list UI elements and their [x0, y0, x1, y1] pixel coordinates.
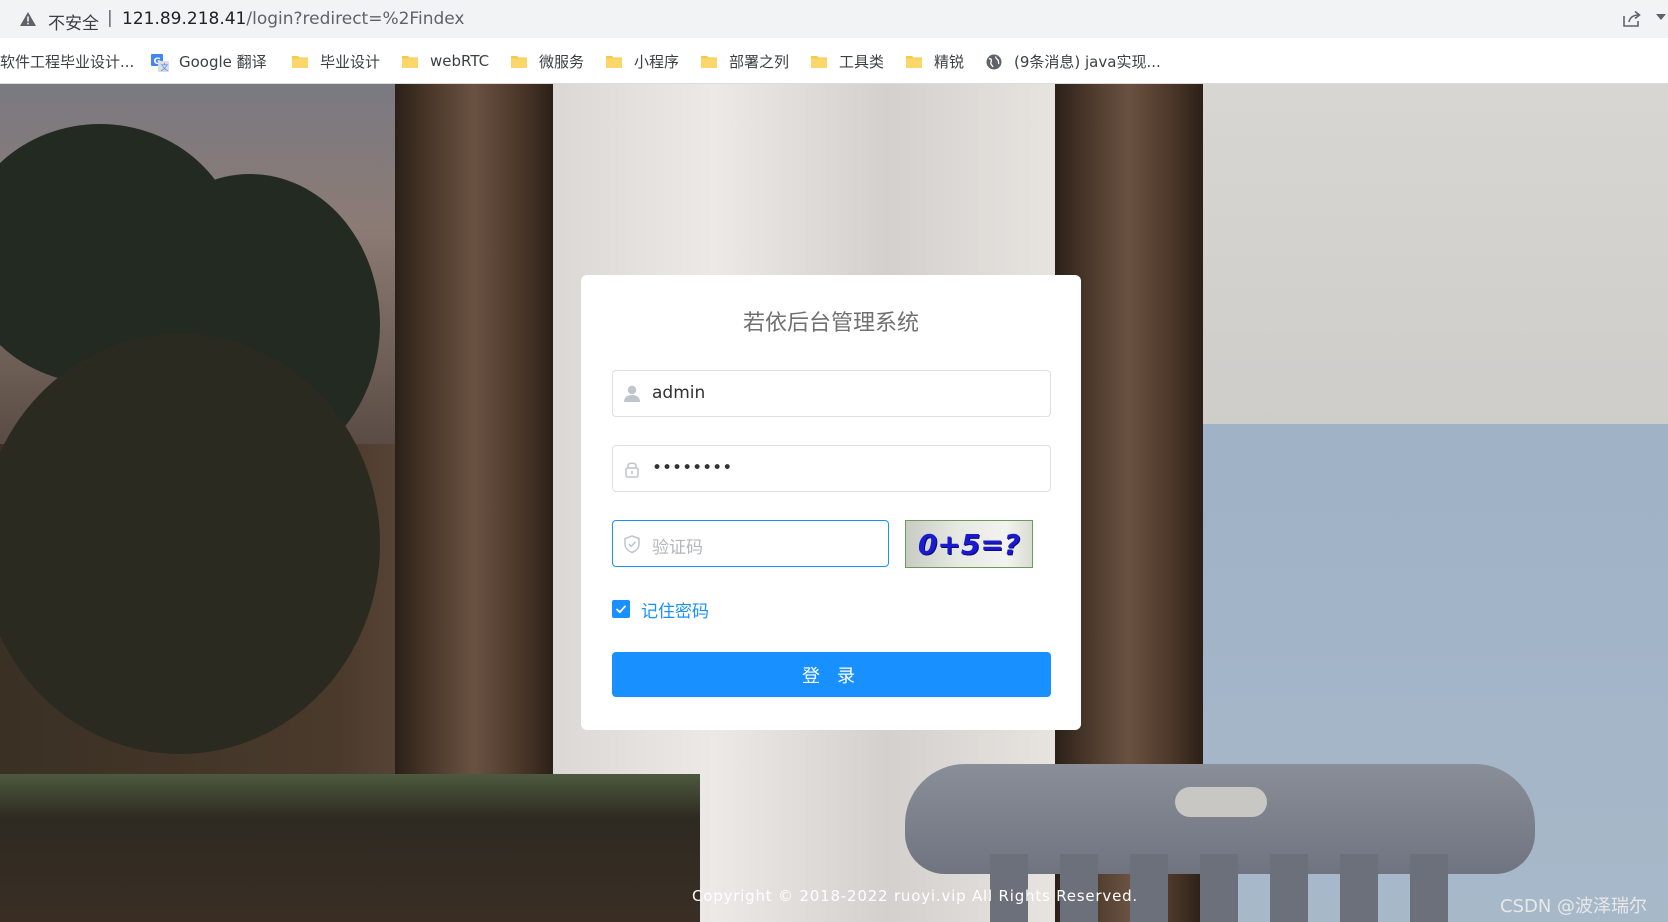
- login-button[interactable]: 登 录: [612, 652, 1051, 697]
- url-field[interactable]: 121.89.218.41/login?redirect=%2Findex: [122, 9, 464, 29]
- bookmark-item[interactable]: webRTC: [402, 50, 489, 72]
- background-wall: [1200, 84, 1668, 424]
- menu-caret-icon[interactable]: [1656, 14, 1666, 22]
- bookmark-item[interactable]: 工具类: [811, 50, 884, 72]
- bookmark-label: 软件工程毕业设计...: [0, 52, 135, 71]
- bookmark-item[interactable]: 小程序: [606, 50, 679, 72]
- bookmark-label: (9条消息) java实现...: [1014, 52, 1161, 71]
- bookmark-item[interactable]: 软件工程毕业设计...: [0, 50, 134, 72]
- login-card: 若依后台管理系统 admin •••••••• 验证码 0+5=? 记住密码 登…: [581, 275, 1081, 730]
- folder-icon: [906, 54, 922, 68]
- background-tree: [0, 334, 380, 754]
- url-path: /login?redirect=%2Findex: [246, 9, 465, 29]
- folder-icon: [606, 54, 622, 68]
- address-separator: |: [107, 8, 113, 28]
- bookmark-item[interactable]: 毕业设计: [292, 50, 380, 72]
- bookmarks-bar: 软件工程毕业设计... G文 Google 翻译 毕业设计 webRTC 微服务…: [0, 38, 1668, 84]
- google-translate-icon: G文: [151, 54, 169, 72]
- user-icon: [624, 385, 640, 402]
- bookmark-item[interactable]: G文 Google 翻译: [151, 50, 267, 72]
- checkbox-checked-icon[interactable]: [612, 600, 630, 618]
- csdn-watermark: CSDN @波泽瑞尔: [1500, 896, 1648, 917]
- shield-icon: [624, 535, 640, 554]
- background-bench-hole: [1175, 787, 1267, 817]
- bookmark-label: 小程序: [634, 52, 680, 71]
- globe-icon: [986, 54, 1002, 70]
- remember-password-label[interactable]: 记住密码: [641, 597, 709, 622]
- security-label[interactable]: 不安全: [48, 9, 99, 34]
- remember-password-checkbox[interactable]: 记住密码: [612, 597, 709, 622]
- warning-icon[interactable]: [20, 12, 36, 26]
- folder-icon: [811, 54, 827, 68]
- bookmark-label: 精锐: [934, 52, 965, 71]
- captcha-image-text: 0+5=?: [917, 527, 1021, 561]
- captcha-input[interactable]: 验证码: [612, 520, 889, 567]
- svg-text:文: 文: [161, 62, 169, 72]
- bookmark-label: 毕业设计: [320, 52, 381, 71]
- bookmark-label: webRTC: [430, 52, 490, 70]
- captcha-image[interactable]: 0+5=?: [905, 520, 1033, 568]
- bookmark-label: 部署之列: [729, 52, 790, 71]
- username-field[interactable]: admin: [612, 370, 1051, 417]
- folder-icon: [511, 54, 527, 68]
- folder-icon: [701, 54, 717, 68]
- lock-icon: [625, 462, 639, 478]
- bookmark-label: Google 翻译: [179, 52, 267, 71]
- captcha-placeholder: 验证码: [652, 538, 703, 558]
- bookmark-label: 工具类: [839, 52, 885, 71]
- share-icon[interactable]: [1622, 10, 1642, 28]
- folder-icon: [292, 54, 308, 68]
- username-value: admin: [652, 383, 706, 403]
- browser-address-bar: 不安全 | 121.89.218.41/login?redirect=%2Fin…: [0, 0, 1668, 38]
- url-host: 121.89.218.41: [122, 9, 247, 29]
- bookmark-item[interactable]: (9条消息) java实现...: [986, 50, 1161, 72]
- folder-icon: [402, 54, 418, 68]
- bookmark-item[interactable]: 微服务: [511, 50, 584, 72]
- bookmark-item[interactable]: 精锐: [906, 50, 964, 72]
- login-title: 若依后台管理系统: [742, 311, 919, 336]
- bookmark-item[interactable]: 部署之列: [701, 50, 789, 72]
- bookmark-label: 微服务: [539, 52, 585, 71]
- copyright-text: Copyright © 2018-2022 ruoyi.vip All Righ…: [692, 887, 1138, 905]
- password-value: ••••••••: [652, 458, 733, 478]
- password-field[interactable]: ••••••••: [612, 445, 1051, 492]
